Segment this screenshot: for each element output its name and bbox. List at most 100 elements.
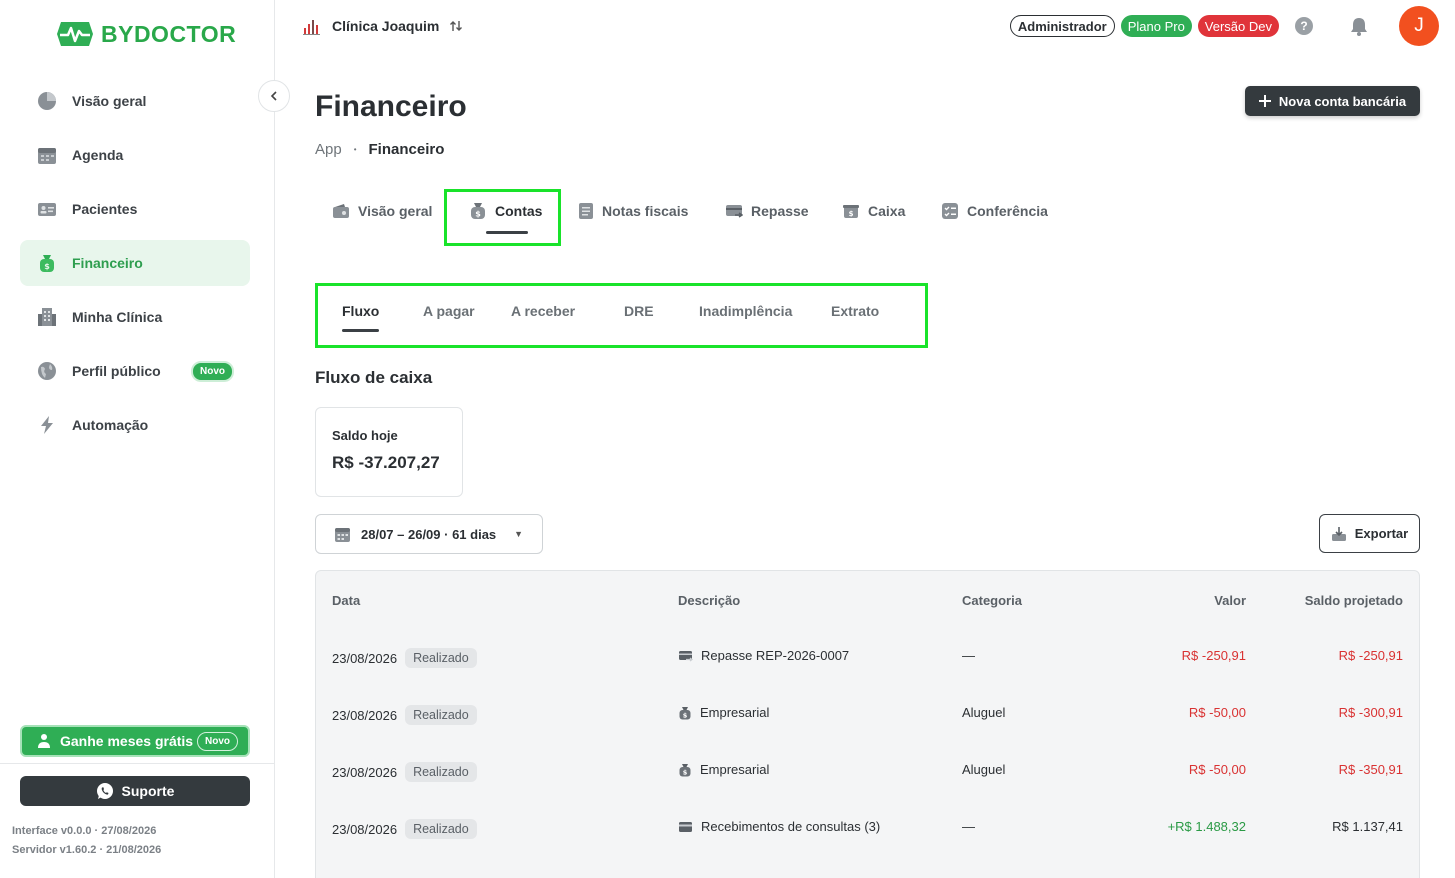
- tab-caixa[interactable]: $ Caixa: [842, 202, 905, 220]
- highlight-box-subtabs: [315, 283, 928, 348]
- referral-promo-button[interactable]: Ganhe meses grátis Novo: [20, 725, 250, 757]
- money-bag-icon: $: [678, 706, 692, 720]
- row-value: R$ -250,91: [1181, 648, 1246, 663]
- date-range-picker[interactable]: 28/07 – 26/09 · 61 dias ▼: [315, 514, 543, 554]
- column-header-categoria[interactable]: Categoria: [962, 593, 1022, 608]
- sidebar-item-label: Automação: [72, 417, 149, 433]
- row-description: Repasse REP-2026-0007: [701, 648, 850, 663]
- heartbeat-logo-icon: [57, 22, 93, 46]
- clinic-switcher[interactable]: Clínica Joaquim: [302, 16, 463, 36]
- svg-text:$: $: [44, 262, 50, 271]
- sidebar: BYDOCTOR Visão geral Agenda Pacientes $ …: [0, 0, 275, 878]
- support-label: Suporte: [121, 783, 175, 799]
- money-bag-icon: $: [36, 252, 58, 274]
- tab-visao-geral[interactable]: Visão geral: [332, 202, 432, 220]
- row-category: —: [962, 648, 975, 663]
- tab-label: Repasse: [751, 203, 809, 219]
- sidebar-item-financeiro[interactable]: $ Financeiro: [20, 240, 250, 286]
- new-bank-account-button[interactable]: Nova conta bancária: [1245, 86, 1420, 116]
- row-projected-balance: R$ -250,91: [1338, 648, 1403, 663]
- column-header-valor[interactable]: Valor: [1214, 593, 1246, 608]
- brand-name: BYDOCTOR: [101, 20, 237, 47]
- bell-icon[interactable]: [1349, 16, 1369, 36]
- svg-text:$: $: [683, 711, 688, 719]
- collapse-sidebar-button[interactable]: [258, 80, 290, 112]
- column-header-saldo-projetado[interactable]: Saldo projetado: [1305, 593, 1403, 608]
- swap-arrows-icon: [449, 19, 463, 33]
- sidebar-item-label: Visão geral: [72, 93, 147, 109]
- money-bag-icon: $: [678, 763, 692, 777]
- plan-badge[interactable]: Plano Pro: [1120, 15, 1192, 37]
- date-range-value: 28/07 – 26/09 · 61 dias: [361, 526, 497, 542]
- help-icon[interactable]: ?: [1295, 17, 1313, 35]
- table-row[interactable]: 23/08/2026 Realizado Recebimentos de con…: [316, 799, 1419, 856]
- sidebar-item-pacientes[interactable]: Pacientes: [20, 186, 250, 232]
- tab-notas-fiscais[interactable]: Notas fiscais: [578, 202, 688, 220]
- gift-person-icon: [36, 733, 52, 749]
- new-badge: Novo: [197, 731, 238, 751]
- sidebar-nav: Visão geral Agenda Pacientes $ Financeir…: [20, 78, 250, 456]
- brand-logo[interactable]: BYDOCTOR: [55, 20, 236, 48]
- balance-label: Saldo hoje: [332, 428, 398, 443]
- svg-text:$: $: [849, 210, 854, 218]
- calendar-icon: [36, 144, 58, 166]
- row-value: R$ -50,00: [1188, 705, 1246, 720]
- row-date: 23/08/2026: [332, 821, 398, 837]
- sidebar-item-visao-geral[interactable]: Visão geral: [20, 78, 250, 124]
- row-projected-balance: R$ -300,91: [1338, 705, 1403, 720]
- export-label: Exportar: [1354, 526, 1409, 541]
- new-badge: Novo: [191, 360, 234, 382]
- avatar[interactable]: J: [1399, 6, 1439, 46]
- sidebar-item-perfil-publico[interactable]: Perfil público Novo: [20, 348, 250, 394]
- tab-conferencia[interactable]: Conferência: [941, 202, 1048, 220]
- sidebar-item-agenda[interactable]: Agenda: [20, 132, 250, 178]
- row-description: Empresarial: [700, 762, 770, 777]
- breadcrumb: App • Financeiro: [315, 141, 444, 158]
- column-header-data[interactable]: Data: [332, 593, 360, 608]
- transfer-card-icon: [678, 649, 693, 663]
- wallet-icon: [332, 202, 350, 220]
- row-description: Empresarial: [700, 705, 770, 720]
- interface-version: Interface v0.0.0 · 27/08/2026: [12, 825, 157, 837]
- row-date: 23/08/2026: [332, 650, 398, 666]
- export-button[interactable]: Exportar: [1319, 514, 1420, 553]
- row-category: Aluguel: [962, 762, 1006, 777]
- building-icon: [36, 306, 58, 328]
- page-title: Financeiro: [315, 90, 467, 123]
- role-badge: Administrador: [1009, 15, 1115, 37]
- calendar-icon: [334, 526, 351, 543]
- document-icon: [578, 202, 594, 220]
- sidebar-item-minha-clinica[interactable]: Minha Clínica: [20, 294, 250, 340]
- tab-repasse[interactable]: Repasse: [725, 202, 809, 220]
- table-row[interactable]: 23/08/2026 Realizado Repasse REP-2026-00…: [316, 628, 1419, 685]
- table-row[interactable]: 23/08/2026 Realizado $ Empresarial Alugu…: [316, 742, 1419, 799]
- support-button[interactable]: Suporte: [20, 776, 250, 806]
- status-badge: Realizado: [405, 819, 477, 839]
- section-title: Fluxo de caixa: [315, 368, 433, 387]
- table-row[interactable]: 23/08/2026 Realizado $ Empresarial Alugu…: [316, 685, 1419, 742]
- sidebar-item-label: Agenda: [72, 147, 124, 163]
- topbar-actions: Administrador Plano Pro Versão Dev ? J: [1009, 6, 1439, 46]
- breadcrumb-separator: •: [353, 145, 357, 154]
- sidebar-item-label: Perfil público: [72, 363, 161, 379]
- sidebar-divider: [0, 763, 275, 764]
- row-value: R$ -50,00: [1188, 762, 1246, 777]
- highlight-box-contas: [444, 189, 561, 246]
- transfer-card-icon: [725, 202, 743, 220]
- row-date: 23/08/2026: [332, 707, 398, 723]
- tab-label: Conferência: [967, 203, 1048, 219]
- row-date: 23/08/2026: [332, 764, 398, 780]
- row-projected-balance: R$ 1.137,41: [1332, 819, 1403, 834]
- sidebar-item-automacao[interactable]: Automação: [20, 402, 250, 448]
- credit-card-icon: [678, 821, 693, 833]
- cash-flow-table: Data Descrição Categoria Valor Saldo pro…: [315, 570, 1420, 878]
- breadcrumb-app[interactable]: App: [315, 141, 342, 158]
- column-header-descricao[interactable]: Descrição: [678, 593, 740, 608]
- version-badge: Versão Dev: [1197, 15, 1279, 37]
- new-account-label: Nova conta bancária: [1278, 93, 1407, 109]
- row-category: Aluguel: [962, 705, 1006, 720]
- server-version: Servidor v1.60.2 · 21/08/2026: [12, 844, 162, 856]
- balance-card: Saldo hoje R$ -37.207,27: [315, 407, 463, 497]
- clinic-logo-icon: [302, 16, 322, 36]
- tab-label: Caixa: [868, 203, 906, 219]
